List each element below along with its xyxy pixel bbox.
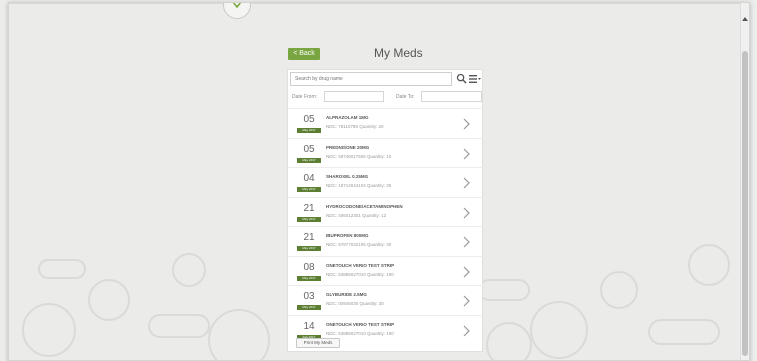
logo-mark-icon [232,3,242,9]
med-list-item[interactable]: 21 May 2017 IBUPROFEN 800MG NDC: 6787703… [288,226,484,256]
chevron-right-icon[interactable] [463,207,471,219]
med-day: 04 [303,173,315,184]
date-from-field[interactable] [324,91,384,102]
med-day: 05 [303,114,315,125]
med-name: HYDROCODONE/ACETAMINOPHEN [326,203,403,209]
med-day: 08 [303,261,315,273]
med-details: NDC: 00945030 Quantity: 30 [326,301,384,306]
search-input[interactable] [290,72,452,86]
chevron-right-icon[interactable] [463,177,471,189]
med-day: 21 [303,232,315,243]
med-list-item[interactable]: 08 May 2017 ONETOUCH VERIO TEST STRIP ND… [288,255,484,286]
med-details: NDC: 406012301 Quantity: 12 [326,212,387,218]
app-window: < Back My Meds Date From: Date To: 05 [8,2,750,361]
med-day: 14 [303,320,315,332]
print-meds-button[interactable]: Print My Meds [296,338,340,348]
date-from-label: Date From: [292,94,318,100]
chevron-right-icon[interactable] [463,266,471,278]
med-day: 21 [303,202,315,214]
med-name: ONETOUCH VERIO TEST STRIP [326,262,395,268]
med-month-badge: May 2017 [297,246,321,251]
scrollbar-thumb[interactable] [742,51,748,356]
med-list-item[interactable]: 03 May 2017 GLYBURIDE 2.5MG NDC: 0094503… [288,285,484,315]
search-row [290,72,481,86]
med-name: GLYBURIDE 2.5MG [326,292,367,297]
chevron-right-icon[interactable] [463,236,471,248]
med-name: SHAROXEL 0.25MG [326,174,369,179]
list-menu-icon[interactable] [469,74,481,84]
med-name: IBUPROFEN 800MG [326,233,369,238]
med-name: ALPRAZOLAM 1MG [326,115,369,120]
page-title: My Meds [374,46,423,60]
date-filter-row: Date From: Date To: [290,91,482,103]
med-list-item[interactable]: 05 May 2017 ALPRAZOLAM 1MG NDC: 78110789… [288,108,484,138]
med-details: NDC: 67877032105 Quantity: 30 [326,242,392,247]
date-to-field[interactable] [421,91,482,102]
med-day: 03 [303,291,315,302]
scroll-up-arrow-icon[interactable] [742,17,748,21]
med-list-item[interactable]: 04 May 2017 SHAROXEL 0.25MG NDC: 1671404… [288,167,484,197]
med-name: PREDNISONE 20MG [326,144,370,150]
med-list-item[interactable]: 21 May 2017 HYDROCODONE/ACETAMINOPHEN ND… [288,196,484,227]
chevron-right-icon[interactable] [463,295,471,307]
med-details: NDC: 16714044104 Quantity: 25 [326,183,392,188]
med-details: NDC: 53885027010 Quantity: 100 [326,330,394,336]
med-month-badge: May 2017 [297,275,321,281]
med-details: NDC: 59746017505 Quantity: 10 [326,153,392,159]
med-list: 05 May 2017 ALPRAZOLAM 1MG NDC: 78110789… [288,108,484,344]
med-details: NDC: 53885027010 Quantity: 100 [326,271,394,277]
med-details: NDC: 78110789 Quantity: 20 [326,124,384,129]
header-divider [9,3,749,4]
med-month-badge: May 2017 [297,128,321,133]
chevron-right-icon[interactable] [463,148,471,160]
vertical-scrollbar[interactable] [740,3,749,360]
search-icon[interactable] [456,73,467,84]
med-day: 05 [303,143,315,155]
chevron-right-icon[interactable] [463,118,471,130]
logo-icon [223,3,251,19]
med-month-badge: May 2017 [297,157,321,163]
back-button[interactable]: < Back [288,48,320,60]
med-month-badge: May 2017 [297,305,321,310]
meds-panel: Date From: Date To: 05 May 2017 ALPRAZOL… [287,69,484,352]
med-month-badge: May 2017 [297,216,321,222]
med-list-item[interactable]: 05 May 2017 PREDNISONE 20MG NDC: 5974601… [288,137,484,168]
date-to-label: Date To: [396,94,415,100]
med-name: ONETOUCH VERIO TEST STRIP [326,321,395,327]
chevron-right-icon[interactable] [463,325,471,337]
med-month-badge: May 2017 [297,187,321,192]
